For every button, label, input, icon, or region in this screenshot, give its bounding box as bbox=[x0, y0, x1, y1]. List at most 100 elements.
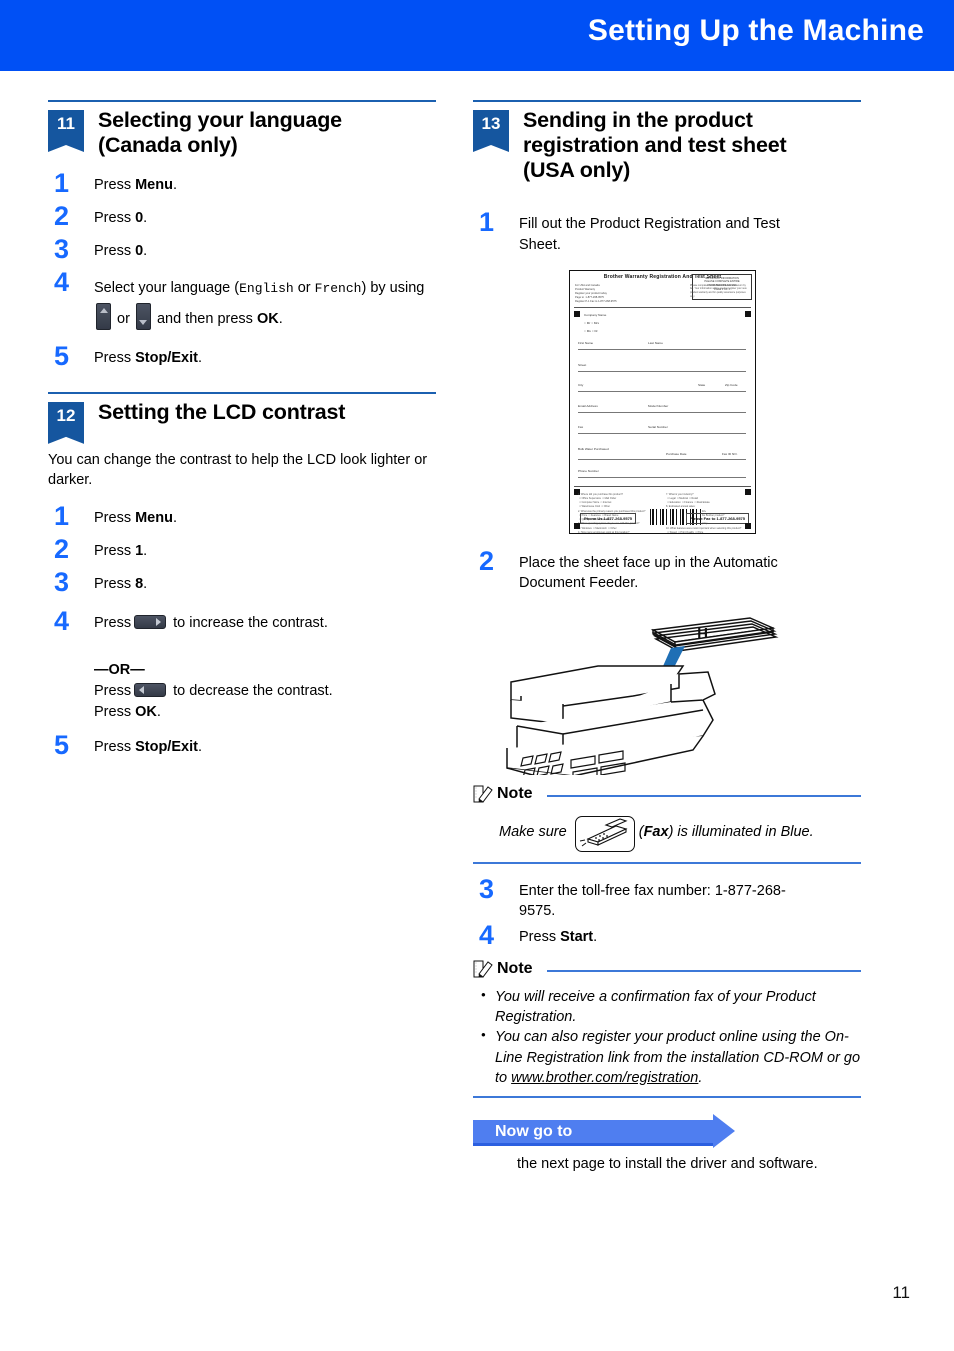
step-number: 1 bbox=[54, 500, 70, 531]
down-arrow-key-icon[interactable] bbox=[135, 302, 151, 330]
note1-suffix: ) is illuminated in Blue. bbox=[668, 823, 814, 840]
registration-form-label: State bbox=[698, 382, 706, 387]
step-text: Fill out the Product Registration and Te… bbox=[519, 216, 780, 253]
step-number: 3 bbox=[54, 234, 70, 265]
decrease-contrast-text: to decrease the contrast. bbox=[173, 683, 333, 700]
section-13-title: Sending in the product registration and … bbox=[523, 108, 787, 183]
note-fax-illuminated: Note Make sure (Fax) is illuminated in B… bbox=[473, 784, 861, 864]
step-text: Press Menu. bbox=[94, 507, 177, 529]
step-text: Press to increase the contrast. —OR— Pre… bbox=[94, 612, 333, 722]
note-bullet-list: You will receive a confirmation fax of y… bbox=[479, 986, 861, 1088]
note-text: Make sure (Fax) is illuminated in Blue. bbox=[473, 804, 861, 862]
step-text-plain: Press bbox=[94, 243, 136, 260]
right-arrow-key-icon[interactable] bbox=[134, 614, 167, 629]
note1-prefix: Make sure bbox=[499, 823, 571, 840]
registration-form-phone-left: Phone Us 1-877-268-9575 bbox=[580, 512, 637, 524]
step-text-suffix: . bbox=[172, 177, 177, 194]
section-12-intro: You can change the contrast to help the … bbox=[48, 451, 428, 489]
registration-form-reg-mark bbox=[745, 310, 751, 317]
registration-form-label: Bulk Water Purchased bbox=[578, 446, 609, 451]
registration-form-label: City bbox=[578, 382, 584, 387]
registration-form-label: Fax ID NO. bbox=[722, 451, 738, 456]
step-text: Press Menu. bbox=[94, 174, 177, 196]
step-item: 3 Enter the toll-free fax number: 1-877-… bbox=[473, 875, 861, 922]
step-item: 4 Press Start. bbox=[473, 921, 861, 949]
step-text-plain: Press bbox=[94, 177, 136, 194]
section-11-title: Selecting your language (Canada only) bbox=[98, 108, 342, 158]
press-ok-prefix: Press bbox=[94, 703, 136, 720]
registration-form-rule bbox=[574, 485, 751, 487]
now-go-to-block: Now go to the next page to install the d… bbox=[473, 1114, 861, 1172]
left-arrow-key-icon[interactable] bbox=[134, 683, 167, 698]
right-column: 13 Sending in the product registration a… bbox=[473, 100, 861, 1172]
page-title: Setting Up the Machine bbox=[587, 14, 924, 47]
registration-form-fieldline bbox=[578, 370, 746, 372]
step4-part6: . bbox=[278, 310, 283, 327]
step-text: Press 0. bbox=[94, 240, 147, 262]
note-registration-info: Note You will receive a confirmation fax… bbox=[473, 959, 861, 1099]
registration-form-fieldline bbox=[578, 411, 746, 413]
step-text-suffix: . bbox=[143, 243, 148, 260]
step4-part4: or bbox=[113, 310, 134, 327]
registration-form-reg-mark bbox=[574, 310, 580, 317]
step4-part1: Select your language ( bbox=[94, 280, 240, 297]
step-text-plain: Press bbox=[94, 509, 136, 526]
step-number: 3 bbox=[479, 873, 495, 904]
step-item: 1 Fill out the Product Registration and … bbox=[473, 209, 861, 255]
step-number: 1 bbox=[54, 168, 70, 199]
step-number: 3 bbox=[54, 566, 70, 597]
registration-form-label: Company Name bbox=[584, 312, 607, 317]
section-11-heading: 11 Selecting your language (Canada only) bbox=[48, 102, 436, 158]
step-number: 4 bbox=[54, 605, 70, 636]
step-text: Enter the toll-free fax number: 1-877-26… bbox=[519, 882, 786, 920]
step-text-suffix: . bbox=[197, 739, 202, 756]
step-item: 2 Place the sheet face up in the Automat… bbox=[473, 547, 861, 594]
note-pencil-icon bbox=[473, 785, 493, 803]
step-item: 4 Select your language (English or Frenc… bbox=[48, 269, 436, 333]
step-text-plain: Press bbox=[94, 542, 136, 559]
registration-form-label: First Name bbox=[578, 340, 594, 345]
step-number: 5 bbox=[54, 730, 70, 761]
note-bottom-rule bbox=[473, 1096, 861, 1099]
step-text-suffix: . bbox=[143, 575, 148, 592]
registration-form-fieldline bbox=[578, 390, 746, 392]
or-separator: —OR— bbox=[94, 661, 145, 678]
registration-form-fieldline bbox=[578, 432, 746, 434]
step4-mono-french: French bbox=[314, 281, 362, 297]
registration-form-label: Zip Code bbox=[725, 382, 738, 387]
step-item: 1 Press Menu. bbox=[48, 502, 436, 530]
step-text-suffix: . bbox=[143, 210, 148, 227]
registration-form-legal-text: Please complete the information below an… bbox=[690, 283, 747, 299]
step-text: Place the sheet face up in the Automatic… bbox=[519, 554, 778, 592]
registration-form-label: Email Address bbox=[578, 403, 598, 408]
increase-contrast-line: Press to increase the contrast. bbox=[94, 613, 333, 634]
step-text-plain: Press bbox=[519, 928, 561, 945]
section-11: 11 Selecting your language (Canada only)… bbox=[48, 100, 436, 370]
section-13-title-line3: (USA only) bbox=[523, 158, 631, 183]
press-ok-line: Press OK. bbox=[94, 702, 333, 723]
step-text-plain: Press bbox=[94, 575, 136, 592]
step-text-suffix: . bbox=[593, 928, 598, 945]
note-bullet-item: You can also register your product onlin… bbox=[479, 1026, 861, 1088]
section-12-steps: 1 Press Menu. 2 Press 1. 3 Press 8. 4 Pr… bbox=[48, 502, 436, 761]
registration-form-fieldline bbox=[578, 458, 746, 460]
up-arrow-key-icon[interactable] bbox=[96, 302, 111, 330]
step4-mono-english: English bbox=[239, 281, 294, 297]
step-item: 1 Press Menu. bbox=[48, 170, 436, 197]
registration-form-label: Model Number bbox=[648, 403, 669, 408]
step-text: Press 8. bbox=[94, 573, 147, 595]
section-number-badge: 12 bbox=[48, 401, 84, 434]
step-text-bold: Start bbox=[560, 928, 594, 945]
registration-url-link[interactable]: www.brother.com/registration bbox=[511, 1070, 698, 1086]
section-number-badge: 13 bbox=[473, 110, 509, 142]
registration-form-label: Phone Number bbox=[578, 468, 599, 473]
note-text: You will receive a confirmation fax of y… bbox=[473, 979, 861, 1096]
now-go-to-banner: Now go to bbox=[473, 1114, 735, 1149]
left-column: 11 Selecting your language (Canada only)… bbox=[48, 100, 436, 769]
step-text-plain: Press bbox=[94, 349, 136, 366]
step-text-suffix: . bbox=[143, 542, 148, 559]
note-header: Note bbox=[473, 959, 861, 979]
step-item: 3 Press 0. bbox=[48, 236, 436, 263]
section-13-title-line2: registration and test sheet bbox=[523, 133, 787, 158]
fax-key-icon[interactable] bbox=[574, 815, 635, 852]
